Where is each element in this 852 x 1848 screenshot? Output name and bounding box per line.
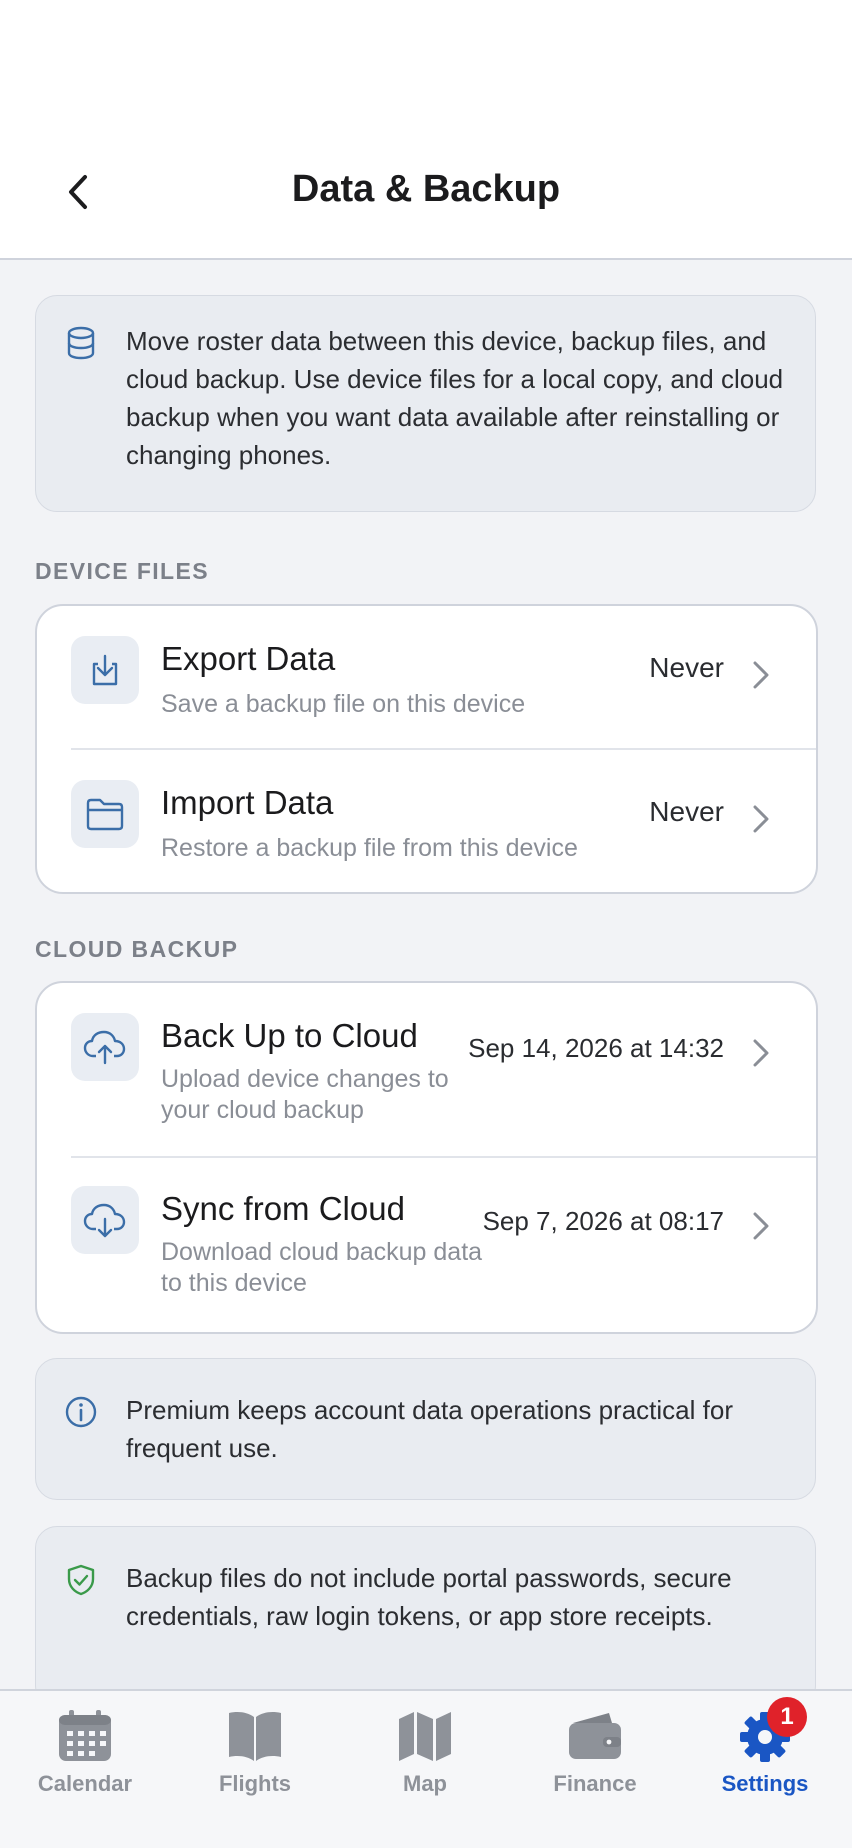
cloud-upload-icon: [83, 1030, 126, 1065]
chevron-right-icon: [753, 661, 769, 689]
sync-from-cloud-row[interactable]: Sync from Cloud Download cloud backup da…: [37, 1158, 816, 1332]
tab-label-map: Map: [403, 1771, 447, 1796]
section-label-device-files: DEVICE FILES: [35, 558, 209, 584]
intro-text: Move roster data between this device, ba…: [126, 326, 784, 470]
import-last-date: Never: [649, 796, 724, 827]
tab-bar: Calendar Flights Map Finance 1 Settings: [0, 1689, 852, 1848]
import-subtitle: Restore a backup file from this device: [161, 834, 578, 862]
back-up-to-cloud-row[interactable]: Back Up to Cloud Upload device changes t…: [37, 983, 816, 1156]
import-data-row[interactable]: Import Data Restore a backup file from t…: [37, 750, 816, 892]
info-icon: [65, 1396, 97, 1428]
tab-map[interactable]: Map: [340, 1691, 510, 1821]
tab-settings[interactable]: 1 Settings: [680, 1691, 850, 1821]
tab-finance[interactable]: Finance: [510, 1691, 680, 1821]
import-tile: [71, 780, 139, 848]
shield-check-icon: [67, 1564, 95, 1596]
export-icon: [92, 654, 118, 686]
chevron-right-icon: [753, 1039, 769, 1067]
page-title: Data & Backup: [291, 168, 561, 210]
intro-note: Move roster data between this device, ba…: [35, 295, 816, 512]
cloud-upload-tile: [71, 1013, 139, 1081]
export-title: Export Data: [161, 640, 336, 677]
tab-flights[interactable]: Flights: [170, 1691, 340, 1821]
nav-header: Data & Backup: [0, 0, 852, 260]
back-up-title: Back Up to Cloud: [161, 1017, 418, 1054]
sync-last-date: Sep 7, 2026 at 08:17: [482, 1206, 724, 1236]
wallet-icon: [569, 1713, 621, 1759]
security-text: Backup files do not include portal passw…: [126, 1563, 732, 1631]
cloud-backup-card: Back Up to Cloud Upload device changes t…: [35, 981, 818, 1334]
section-label-cloud-backup: CLOUD BACKUP: [35, 936, 239, 962]
tab-label-finance: Finance: [553, 1771, 637, 1796]
sync-title: Sync from Cloud: [161, 1190, 405, 1227]
export-data-row[interactable]: Export Data Save a backup file on this d…: [37, 606, 816, 748]
book-icon: [229, 1712, 281, 1761]
device-files-card: Export Data Save a backup file on this d…: [35, 604, 818, 894]
security-note: Backup files do not include portal passw…: [35, 1526, 816, 1708]
calendar-icon: [59, 1710, 111, 1761]
database-icon: [67, 326, 95, 360]
tab-label-calendar: Calendar: [37, 1771, 133, 1796]
import-title: Import Data: [161, 784, 334, 821]
back-up-last-date: Sep 14, 2026 at 14:32: [468, 1033, 724, 1063]
chevron-right-icon: [753, 805, 769, 833]
tab-calendar[interactable]: Calendar: [0, 1691, 170, 1821]
cloud-download-icon: [83, 1203, 126, 1238]
sync-subtitle: Download cloud backup data to this devic…: [161, 1238, 483, 1297]
map-icon: [399, 1712, 451, 1761]
tab-label-settings: Settings: [721, 1771, 809, 1796]
premium-note: Premium keeps account data operations pr…: [35, 1358, 816, 1500]
tab-label-flights: Flights: [218, 1771, 292, 1796]
notification-badge: 1: [767, 1697, 807, 1737]
premium-text: Premium keeps account data operations pr…: [126, 1395, 733, 1463]
cloud-download-tile: [71, 1186, 139, 1254]
back-up-subtitle: Upload device changes to your cloud back…: [161, 1065, 449, 1124]
chevron-right-icon: [753, 1212, 769, 1240]
export-tile: [71, 636, 139, 704]
export-last-date: Never: [649, 652, 724, 683]
folder-icon: [86, 798, 124, 831]
export-subtitle: Save a backup file on this device: [161, 690, 526, 718]
